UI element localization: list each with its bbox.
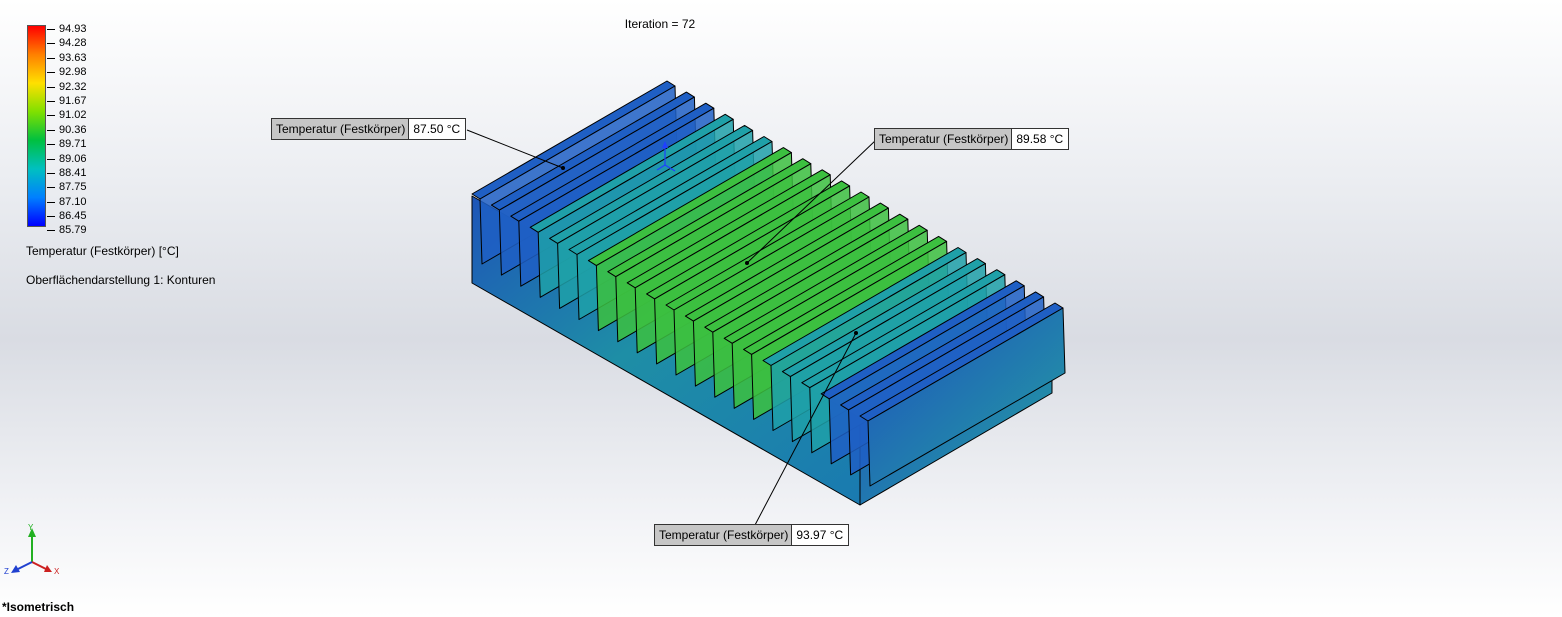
- legend-tick: 88.41: [47, 166, 107, 180]
- graphics-viewport[interactable]: Iteration = 72 94.93 94.28 93.63 92.98 92.32…: [0, 0, 1562, 617]
- legend-subtitle: Oberflächendarstellung 1: Konturen: [26, 273, 216, 287]
- legend-tick: 92.32: [47, 80, 107, 94]
- probe-label-1[interactable]: Temperatur (Festkörper) 87.50 °C: [271, 118, 467, 140]
- legend-tick: 86.45: [47, 209, 107, 223]
- view-orientation-label: *Isometrisch: [2, 600, 75, 614]
- legend-title: Temperatur (Festkörper) [°C]: [26, 244, 179, 258]
- temperature-color-scale: [27, 25, 46, 227]
- legend-tick: 91.02: [47, 108, 107, 122]
- legend-tick: 85.79: [47, 223, 107, 237]
- temperature-scale-ticks: 94.93 94.28 93.63 92.98 92.32 91.67 91.02 90.36…: [47, 22, 107, 238]
- probe-label-1-name: Temperatur (Festkörper): [272, 119, 410, 139]
- legend-tick: 89.06: [47, 152, 107, 166]
- triad-icon: [11, 528, 52, 573]
- iteration-label: Iteration = 72: [624, 17, 696, 31]
- legend-tick: 90.36: [47, 123, 107, 137]
- legend-tick: 91.67: [47, 94, 107, 108]
- probe-point-2: [745, 261, 749, 265]
- triad-x-label: X: [54, 567, 60, 576]
- legend-tick: 94.28: [47, 36, 107, 50]
- legend-tick: 87.75: [47, 180, 107, 194]
- axis-triad[interactable]: Y X Z: [0, 520, 70, 582]
- probe-label-3-value: 93.97 °C: [792, 525, 849, 545]
- legend-tick: 94.93: [47, 22, 107, 36]
- probe-label-1-value: 87.50 °C: [409, 119, 466, 139]
- probe-label-3-name: Temperatur (Festkörper): [655, 525, 793, 545]
- legend-tick: 92.98: [47, 65, 107, 79]
- probe-label-2-name: Temperatur (Festkörper): [875, 129, 1013, 149]
- probe-point-3: [854, 331, 858, 335]
- probe-leader-1: [466, 129, 564, 169]
- triad-y-label: Y: [28, 523, 34, 532]
- probe-label-3[interactable]: Temperatur (Festkörper) 93.97 °C: [654, 524, 850, 546]
- triad-z-label: Z: [4, 567, 9, 576]
- probe-label-2-value: 89.58 °C: [1012, 129, 1069, 149]
- legend-tick: 89.71: [47, 137, 107, 151]
- probe-point-1: [561, 166, 565, 170]
- legend-tick: 93.63: [47, 51, 107, 65]
- legend-tick: 87.10: [47, 195, 107, 209]
- probe-label-2[interactable]: Temperatur (Festkörper) 89.58 °C: [874, 128, 1070, 150]
